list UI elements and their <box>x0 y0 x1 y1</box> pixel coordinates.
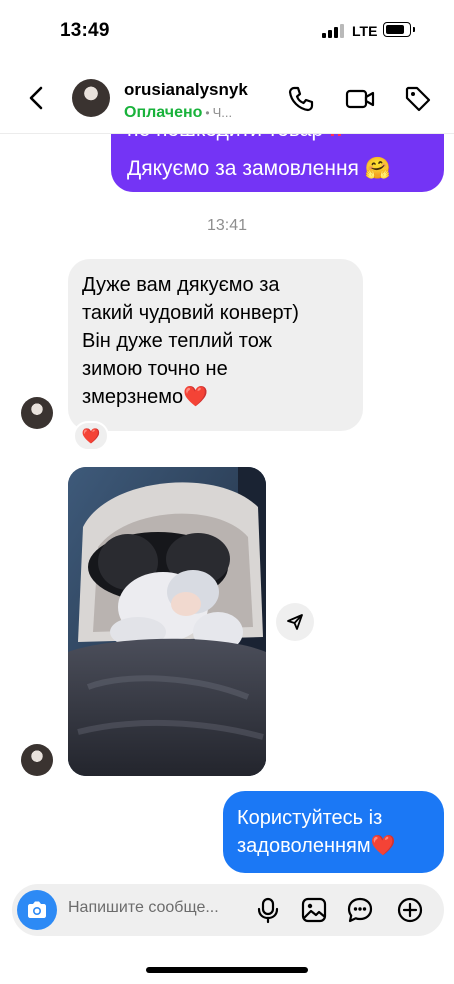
status-time: 13:49 <box>60 20 110 41</box>
send-icon <box>287 614 303 630</box>
status-bar: 13:49 LTE <box>0 0 454 62</box>
status-extra: Ч... <box>212 105 233 120</box>
home-indicator <box>146 967 308 973</box>
contact-username[interactable]: orusianalysnyk <box>124 80 248 100</box>
camera-button[interactable] <box>17 890 57 930</box>
message-line: такий чудовий конверт) <box>82 302 299 324</box>
status-separator: • <box>205 106 210 120</box>
avatar[interactable] <box>21 744 53 776</box>
camera-icon <box>28 901 46 918</box>
photo-image <box>68 467 266 776</box>
message-composer <box>12 884 444 936</box>
battery-icon <box>383 22 415 37</box>
message-line: змерзнемо❤️ <box>82 386 209 408</box>
signal-icon <box>322 24 344 38</box>
network-label: LTE <box>352 23 378 39</box>
battery-fill <box>386 25 404 34</box>
message-timestamp: 13:41 <box>206 217 248 234</box>
incoming-message-bubble[interactable]: Дуже вам дякуємо за такий чудовий конвер… <box>68 259 363 431</box>
message-line: зимою точно не <box>82 358 228 380</box>
chat-header: orusianalysnyk Оплачено • Ч... <box>0 62 454 134</box>
photo-baby-in-stroller[interactable] <box>68 467 266 776</box>
avatar[interactable] <box>72 79 110 117</box>
avatar[interactable] <box>21 397 53 429</box>
outgoing-message-bubble[interactable]: Користуйтесь із задоволенням❤️ <box>223 791 444 873</box>
back-icon[interactable] <box>24 84 50 112</box>
video-icon[interactable] <box>344 84 376 114</box>
sticker-icon[interactable] <box>346 896 374 924</box>
tag-icon[interactable] <box>403 84 433 114</box>
plus-icon[interactable] <box>396 896 424 924</box>
message-line: Дуже вам дякуємо за <box>82 274 280 296</box>
share-button[interactable] <box>276 603 314 641</box>
contact-status[interactable]: Оплачено • Ч... <box>124 104 232 122</box>
message-line: Користуйтесь із <box>237 807 383 829</box>
message-line: Дякуємо за замовлення 🤗 <box>127 157 391 180</box>
message-input[interactable] <box>68 899 243 917</box>
message-line: задоволенням❤️ <box>237 835 396 857</box>
paid-status-label: Оплачено <box>124 104 203 121</box>
message-line: Він дуже теплий тож <box>82 330 273 352</box>
heart-reaction[interactable]: ❤️ <box>73 421 109 451</box>
microphone-icon[interactable] <box>254 896 282 924</box>
gallery-icon[interactable] <box>300 896 328 924</box>
phone-icon[interactable] <box>286 84 316 114</box>
